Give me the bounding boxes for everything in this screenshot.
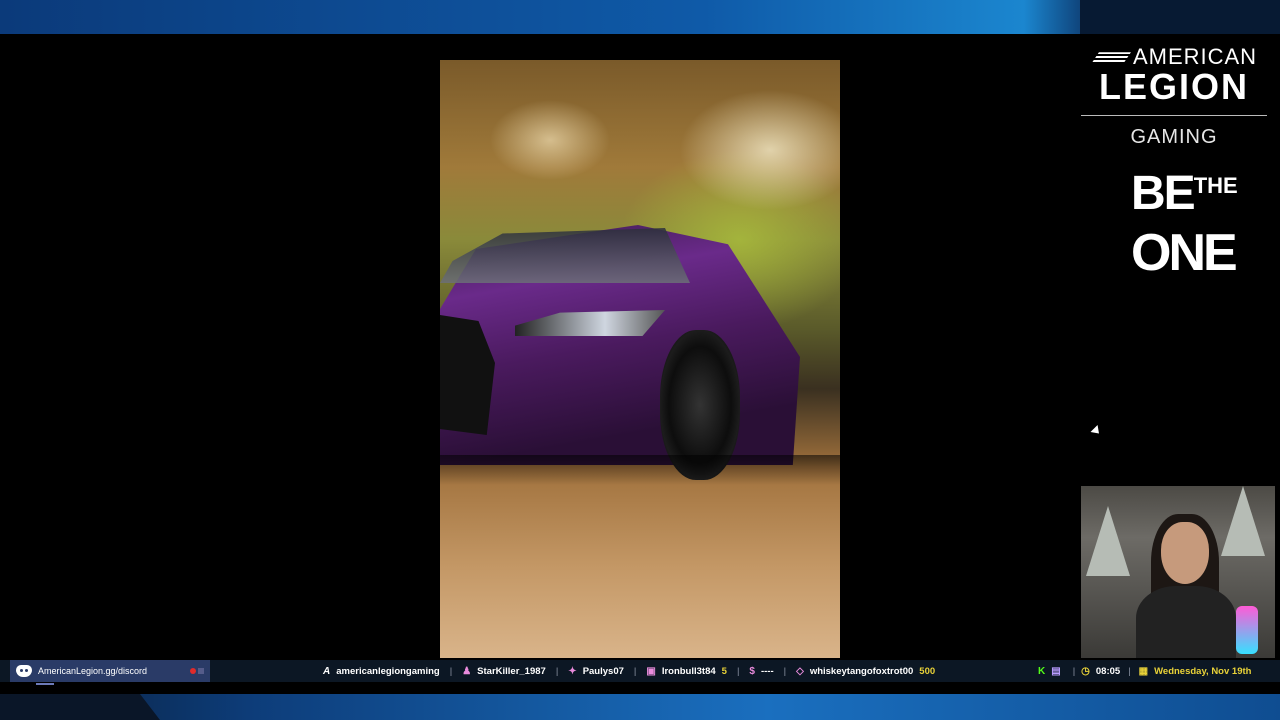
discord-underline bbox=[36, 683, 54, 685]
kick-icon[interactable]: K bbox=[1038, 666, 1045, 677]
car-photo bbox=[440, 60, 840, 658]
discord-icon bbox=[16, 665, 32, 677]
tagline-one: ONE bbox=[1131, 224, 1238, 282]
microphone bbox=[1236, 606, 1258, 654]
bottom-banner bbox=[140, 694, 1280, 720]
webcam-feed bbox=[1081, 486, 1275, 658]
diamond-icon: ◇ bbox=[796, 665, 804, 677]
mouse-cursor-icon bbox=[1090, 424, 1103, 438]
gift-user: Ironbull3t84 bbox=[661, 665, 716, 677]
donation-amount: ---- bbox=[760, 665, 774, 677]
american-legion-gaming-logo: AMERICAN LEGION GAMING bbox=[1081, 45, 1267, 149]
discord-link-text: AmericanLegion.gg/discord bbox=[38, 666, 148, 676]
clock-icon: ◷ bbox=[1081, 665, 1090, 677]
top-banner-dark bbox=[1080, 0, 1280, 34]
bits-amount: 500 bbox=[919, 665, 936, 677]
person-icon: ♟ bbox=[462, 665, 472, 677]
clock-time: 08:05 bbox=[1095, 665, 1121, 677]
tree-decoration bbox=[1221, 486, 1265, 556]
latest-follower: StarKiller_1987 bbox=[477, 665, 546, 677]
ticker-items: A americanlegiongaming | ♟ StarKiller_19… bbox=[323, 665, 936, 677]
stripes-icon bbox=[1090, 52, 1131, 65]
bits-user: whiskeytangofoxtrot00 bbox=[809, 665, 914, 677]
person-face bbox=[1161, 522, 1209, 584]
twitch-icon[interactable]: ▤ bbox=[1051, 666, 1060, 677]
brand-divider bbox=[1081, 115, 1267, 116]
channel-name: americanlegiongaming bbox=[336, 665, 440, 677]
record-dot-icon bbox=[190, 668, 196, 674]
gift-count: 5 bbox=[721, 665, 727, 677]
date-text: Wednesday, Nov 19th bbox=[1154, 665, 1252, 677]
tagline-the: THE bbox=[1193, 173, 1238, 198]
dollar-icon: $ bbox=[749, 665, 755, 677]
tagline-be: BE bbox=[1131, 167, 1196, 220]
ticker-right: K ▤ | ◷ 08:05 | ▦ Wednesday, Nov 19th bbox=[1038, 665, 1252, 677]
gift-icon: ▣ bbox=[646, 665, 656, 677]
discord-link[interactable]: AmericanLegion.gg/discord bbox=[10, 660, 210, 682]
car-windshield bbox=[440, 228, 690, 283]
person-body bbox=[1136, 586, 1236, 658]
be-the-one-logo: BETHE ONE bbox=[1131, 167, 1238, 282]
brand-line2: LEGION bbox=[1098, 66, 1249, 107]
latest-sub: Paulys07 bbox=[582, 665, 624, 677]
calendar-icon: ▦ bbox=[1138, 665, 1149, 677]
stop-square-icon bbox=[198, 668, 204, 674]
tree-decoration bbox=[1086, 506, 1130, 576]
american-legion-logo-icon: A bbox=[323, 665, 331, 677]
star-icon: ✦ bbox=[568, 665, 577, 677]
car-shadow bbox=[440, 455, 840, 485]
brand-line3: GAMING bbox=[1130, 126, 1218, 148]
